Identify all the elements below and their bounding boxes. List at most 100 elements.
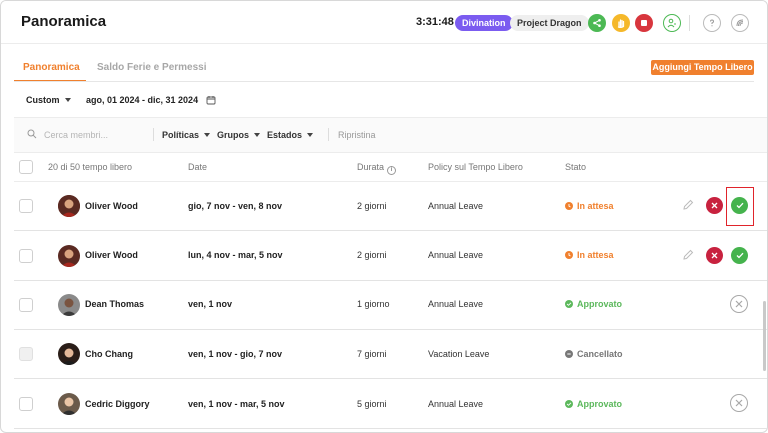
calendar-icon [206, 96, 216, 105]
share-button[interactable] [588, 14, 606, 32]
check-circle-icon [565, 400, 573, 408]
chevron-down-icon [64, 98, 71, 102]
row-checkbox[interactable] [19, 199, 33, 213]
close-icon [735, 399, 743, 407]
header-divider [689, 15, 690, 31]
project-badge-dragon[interactable]: Project Dragon [510, 15, 589, 31]
settings-icon [736, 19, 744, 27]
row-checkbox[interactable] [19, 298, 33, 312]
column-header-policy: Policy sul Tempo Libero [428, 162, 523, 172]
avatar [58, 343, 80, 365]
row-checkbox[interactable] [19, 249, 33, 263]
status-label: Approvato [577, 299, 622, 309]
approve-button[interactable] [731, 247, 748, 264]
edit-pencil-icon[interactable] [681, 248, 695, 262]
search-icon [27, 129, 37, 139]
info-icon[interactable]: i [387, 165, 397, 175]
filter-divider [328, 128, 329, 141]
date-range-label: ago, 01 2024 - dic, 31 2024 [86, 95, 199, 105]
filter-divider [153, 128, 154, 141]
close-icon [711, 202, 718, 209]
avatar-image [58, 393, 80, 415]
period-dropdown-label: Custom [26, 95, 60, 105]
leave-date: lun, 4 nov - mar, 5 nov [188, 250, 283, 260]
cancel-leave-button[interactable] [730, 295, 748, 313]
top-header: Panoramica 3:31:48 Divination Project Dr… [1, 1, 767, 44]
project-badge-divination[interactable]: Divination [455, 15, 513, 31]
table-row[interactable]: Cho Chang ven, 1 nov - gio, 7 nov 7 gior… [14, 330, 767, 379]
column-header-duration: Durata i [357, 162, 397, 175]
share-icon [593, 19, 601, 27]
avatar [58, 195, 80, 217]
close-icon [735, 300, 743, 308]
check-icon [736, 252, 743, 259]
user-clock-icon [667, 18, 676, 28]
hand-icon [617, 19, 625, 28]
highlight-box [726, 187, 754, 226]
status-badge: Cancellato [565, 349, 623, 359]
check-circle-icon [565, 300, 573, 308]
page-title: Panoramica [21, 13, 107, 30]
leave-policy: Annual Leave [428, 201, 484, 211]
tab-saldo-ferie[interactable]: Saldo Ferie e Permessi [97, 62, 207, 73]
avatar-image [58, 294, 80, 316]
column-header-status: Stato [565, 162, 587, 172]
chevron-down-icon [307, 133, 314, 137]
search-members-input[interactable] [44, 128, 149, 142]
help-button[interactable] [703, 14, 721, 32]
cancel-leave-button[interactable] [730, 394, 748, 412]
member-name: Cedric Diggory [85, 399, 150, 409]
table-row[interactable]: Dean Thomas ven, 1 nov 1 giorno Annual L… [14, 281, 767, 330]
edit-pencil-icon[interactable] [681, 198, 695, 212]
column-header-duration-label: Durata [357, 162, 385, 172]
status-badge: Approvato [565, 299, 622, 309]
break-button[interactable] [612, 14, 630, 32]
leave-policy: Vacation Leave [428, 349, 490, 359]
column-header-date: Date [188, 162, 208, 172]
member-name: Dean Thomas [85, 299, 145, 309]
avatar [58, 393, 80, 415]
leave-duration: 1 giorno [357, 299, 390, 309]
table-row[interactable]: Oliver Wood gio, 7 nov - ven, 8 nov 2 gi… [14, 182, 767, 231]
add-time-off-button[interactable]: Aggiungi Tempo Libero [651, 60, 754, 75]
filter-policies[interactable]: Políticas [162, 130, 211, 140]
avatar-image [58, 343, 80, 365]
scrollbar[interactable] [763, 301, 766, 371]
select-all-checkbox[interactable] [19, 160, 33, 174]
chevron-down-icon [204, 133, 211, 137]
member-name: Oliver Wood [85, 250, 138, 260]
row-checkbox[interactable] [19, 397, 33, 411]
clock-icon [565, 202, 573, 210]
help-icon [710, 19, 715, 27]
reject-button[interactable] [706, 197, 723, 214]
filter-states-label: Estados [267, 130, 303, 140]
settings-button[interactable] [731, 14, 749, 32]
user-status-button[interactable] [663, 14, 681, 32]
tab-panoramica[interactable]: Panoramica [23, 62, 80, 73]
table-row[interactable]: Oliver Wood lun, 4 nov - mar, 5 nov 2 gi… [14, 232, 767, 281]
avatar-image [58, 195, 80, 217]
member-name: Oliver Wood [85, 201, 138, 211]
row-checkbox [19, 347, 33, 361]
avatar [58, 294, 80, 316]
leave-date: gio, 7 nov - ven, 8 nov [188, 201, 283, 211]
filter-groups-label: Grupos [217, 130, 250, 140]
avatar [58, 245, 80, 267]
filter-groups[interactable]: Grupos [217, 130, 261, 140]
close-icon [711, 252, 718, 259]
cancelled-icon [565, 350, 573, 358]
leave-policy: Annual Leave [428, 399, 484, 409]
filter-policies-label: Políticas [162, 130, 200, 140]
tabs-divider [14, 81, 754, 82]
period-dropdown[interactable]: Custom [26, 95, 71, 105]
table-row[interactable]: Cedric Diggory ven, 1 nov - mar, 5 nov 5… [14, 380, 767, 429]
filter-states[interactable]: Estados [267, 130, 314, 140]
reject-button[interactable] [706, 247, 723, 264]
leave-date: ven, 1 nov [188, 299, 233, 309]
leave-policy: Annual Leave [428, 250, 484, 260]
leave-date: ven, 1 nov - gio, 7 nov [188, 349, 283, 359]
stop-button[interactable] [635, 14, 653, 32]
reset-filters-button[interactable]: Ripristina [338, 130, 376, 140]
stop-icon [641, 20, 647, 26]
date-range-picker[interactable]: ago, 01 2024 - dic, 31 2024 [86, 95, 216, 105]
